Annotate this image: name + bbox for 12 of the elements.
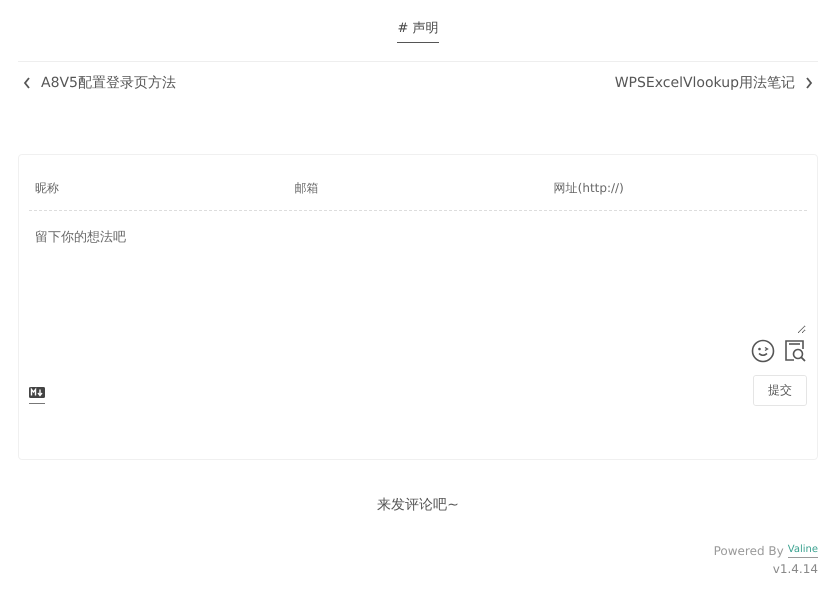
powered-by-text: Powered By [714,544,784,558]
version-text: v1.4.14 [772,562,818,576]
preview-icon[interactable] [783,339,807,363]
comment-form[interactable]: 昵称 邮箱 网址(http://) 留下你的想法吧 提交 [18,154,818,460]
emoji-icon[interactable] [751,339,775,363]
empty-comments-message: 来发评论吧~ [376,496,460,514]
chevron-right-icon [805,77,813,89]
tag-link[interactable]: # 声明 [397,19,439,43]
submit-button[interactable]: 提交 [753,375,807,406]
chevron-left-icon [23,77,31,89]
previous-post-link[interactable]: A8V5配置登录页方法 [18,74,181,92]
next-post-link[interactable]: WPSExcelVlookup用法笔记 [610,74,818,92]
